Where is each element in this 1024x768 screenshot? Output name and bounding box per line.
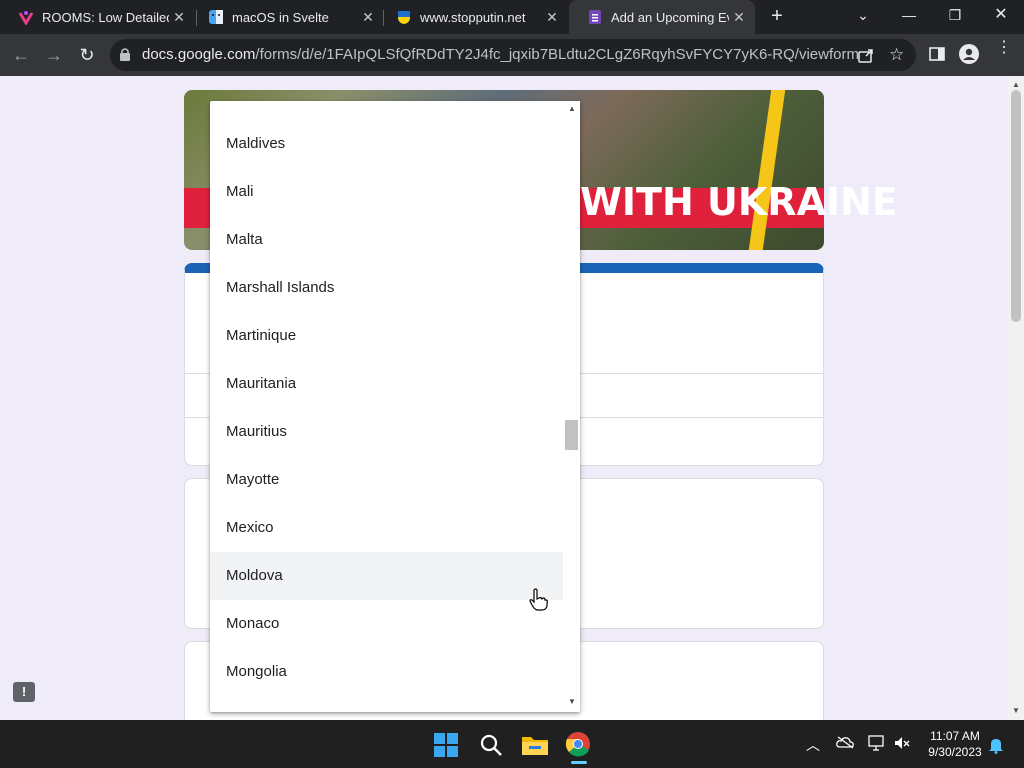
tab-search-chevron-icon[interactable]: ⌄: [840, 0, 886, 30]
tab-google-form[interactable]: Add an Upcoming Eve ✕: [569, 0, 755, 34]
report-feedback-icon[interactable]: !: [13, 682, 35, 702]
url-text[interactable]: docs.google.com/forms/d/e/1FAIpQLSfQfRDd…: [142, 46, 859, 63]
dropdown-scroll-up-icon[interactable]: ▲: [564, 104, 580, 113]
dropdown-option[interactable]: Mongolia: [210, 648, 563, 696]
url-path: /forms/d/e/1FAIpQLSfQfRDdTY2J4fc_jqxib7B…: [255, 46, 859, 63]
close-icon[interactable]: ✕: [358, 9, 378, 26]
bookmark-star-icon[interactable]: ☆: [889, 45, 904, 65]
finder-favicon-icon: [208, 9, 224, 25]
side-panel-icon[interactable]: [929, 46, 945, 67]
minimize-button[interactable]: —: [886, 0, 932, 30]
active-app-indicator: [571, 761, 587, 764]
restore-button[interactable]: ❐: [932, 0, 978, 30]
scroll-down-arrow-icon[interactable]: ▼: [1008, 706, 1024, 715]
country-dropdown-list[interactable]: Maldives Mali Malta Marshall Islands Mar…: [210, 101, 580, 712]
onedrive-cloud-icon[interactable]: [836, 735, 854, 752]
share-icon[interactable]: [857, 46, 875, 69]
notification-bell-icon[interactable]: [988, 736, 1004, 757]
tray-overflow-chevron-icon[interactable]: ︿: [806, 735, 820, 755]
dropdown-scrollbar-thumb[interactable]: [565, 420, 578, 450]
close-icon[interactable]: ✕: [729, 9, 749, 26]
tab-title: ROOMS: Low Detailed: [42, 9, 169, 25]
scroll-up-arrow-icon[interactable]: ▲: [1008, 80, 1024, 89]
dropdown-option[interactable]: Mali: [210, 168, 563, 216]
new-tab-button[interactable]: +: [766, 5, 788, 27]
hand-cursor-icon: [528, 588, 548, 618]
rooms-favicon-icon: [18, 9, 34, 26]
dropdown-option[interactable]: Malta: [210, 216, 563, 264]
url-host: docs.google.com: [142, 46, 256, 63]
back-arrow-icon[interactable]: ←: [10, 44, 32, 66]
dropdown-scroll-down-icon[interactable]: ▼: [564, 697, 580, 706]
tab-rooms[interactable]: ROOMS: Low Detailed ✕: [0, 0, 195, 34]
dropdown-option[interactable]: Mexico: [210, 504, 563, 552]
close-icon[interactable]: ✕: [542, 9, 562, 26]
close-icon[interactable]: ✕: [169, 9, 189, 26]
profile-avatar-icon[interactable]: [959, 44, 979, 69]
browser-menu-icon[interactable]: ⋮: [996, 40, 1012, 56]
dropdown-option[interactable]: Mauritania: [210, 360, 563, 408]
tab-title: Add an Upcoming Eve: [611, 9, 729, 25]
chrome-icon[interactable]: [565, 730, 593, 758]
dropdown-option[interactable]: Marshall Islands: [210, 264, 563, 312]
lock-icon[interactable]: [119, 47, 131, 66]
taskbar-clock[interactable]: 11:07 AM 9/30/2023: [918, 728, 992, 760]
ukraine-shield-favicon-icon: [396, 9, 412, 25]
reload-icon[interactable]: ↻: [76, 44, 98, 66]
dropdown-option[interactable]: Mauritius: [210, 408, 563, 456]
dropdown-option[interactable]: Mayotte: [210, 456, 563, 504]
dropdown-option-hovered[interactable]: Moldova: [210, 552, 563, 600]
clock-time: 11:07 AM: [930, 729, 980, 743]
tab-macos-svelte[interactable]: macOS in Svelte ✕: [190, 0, 384, 34]
dropdown-option[interactable]: Martinique: [210, 312, 563, 360]
tab-title: macOS in Svelte: [232, 9, 329, 25]
tab-stopputin[interactable]: www.stopputin.net ✕: [378, 0, 568, 34]
dropdown-option[interactable]: Monaco: [210, 600, 563, 648]
dropdown-scrollbar[interactable]: [564, 101, 580, 712]
volume-muted-icon[interactable]: [893, 735, 911, 754]
dropdown-option[interactable]: Maldives: [210, 120, 563, 168]
banner-text: WITH UKRAINE: [580, 180, 898, 224]
network-icon[interactable]: [868, 735, 886, 754]
file-explorer-icon[interactable]: [521, 730, 549, 758]
forward-arrow-icon[interactable]: →: [43, 44, 65, 66]
clock-date: 9/30/2023: [928, 745, 982, 759]
page-scrollbar-thumb[interactable]: [1011, 90, 1021, 322]
windows-start-icon[interactable]: [433, 730, 461, 758]
window-close-button[interactable]: ✕: [978, 0, 1024, 30]
search-icon[interactable]: [478, 730, 506, 758]
google-forms-favicon-icon: [587, 9, 603, 25]
tab-title: www.stopputin.net: [420, 9, 526, 25]
